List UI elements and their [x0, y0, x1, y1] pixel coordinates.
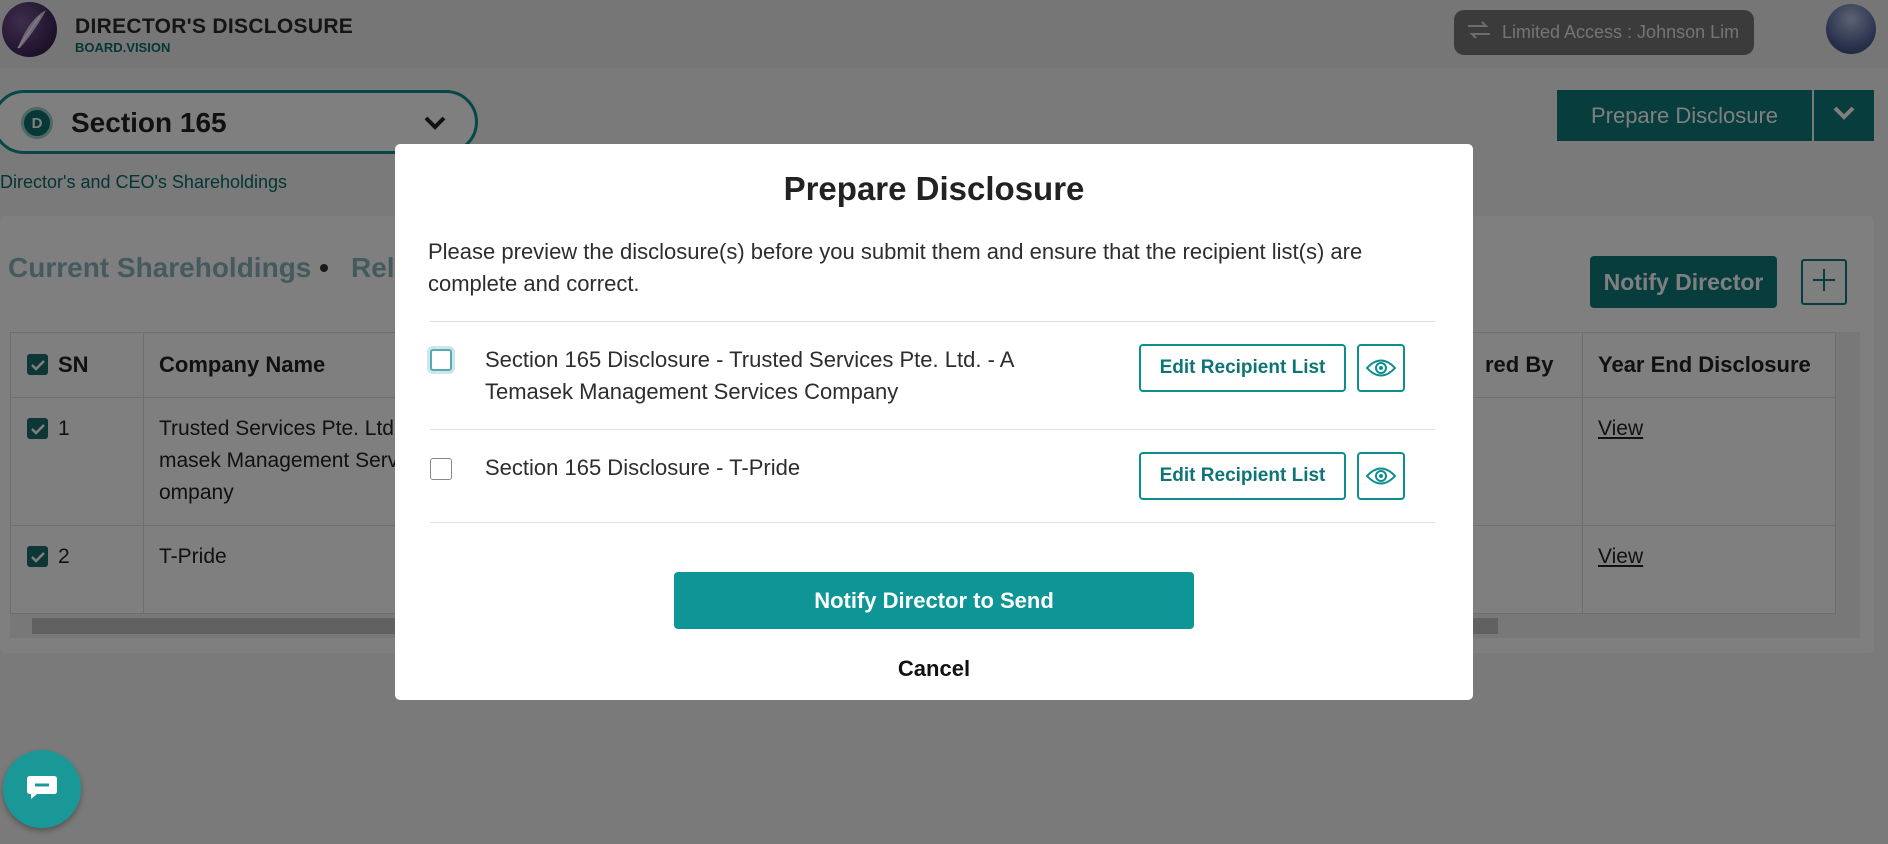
edit-recipient-list-button[interactable]: Edit Recipient List: [1139, 452, 1346, 500]
notify-director-to-send-button[interactable]: Notify Director to Send: [674, 572, 1194, 629]
disclosure-checkbox[interactable]: [430, 458, 452, 480]
disclosure-checkbox[interactable]: [430, 349, 452, 371]
modal-title: Prepare Disclosure: [783, 170, 1085, 207]
edit-recipient-list-button[interactable]: Edit Recipient List: [1139, 344, 1346, 392]
modal-divider: [430, 522, 1435, 523]
modal-message: Please preview the disclosure(s) before …: [428, 239, 1363, 296]
disclosure-label: Section 165 Disclosure - T-Pride: [485, 455, 801, 480]
modal-divider: [430, 321, 1435, 322]
modal-divider: [430, 429, 1435, 430]
cancel-button[interactable]: Cancel: [395, 656, 1473, 682]
preview-button[interactable]: [1357, 452, 1405, 500]
preview-button[interactable]: [1357, 344, 1405, 392]
disclosure-label: Section 165 Disclosure - Trusted Service…: [485, 347, 1014, 404]
prepare-disclosure-modal: Prepare Disclosure Please preview the di…: [395, 144, 1473, 700]
eye-icon: [1365, 467, 1397, 485]
chat-button[interactable]: [3, 750, 81, 828]
eye-icon: [1365, 359, 1397, 377]
chat-icon: [25, 773, 59, 806]
